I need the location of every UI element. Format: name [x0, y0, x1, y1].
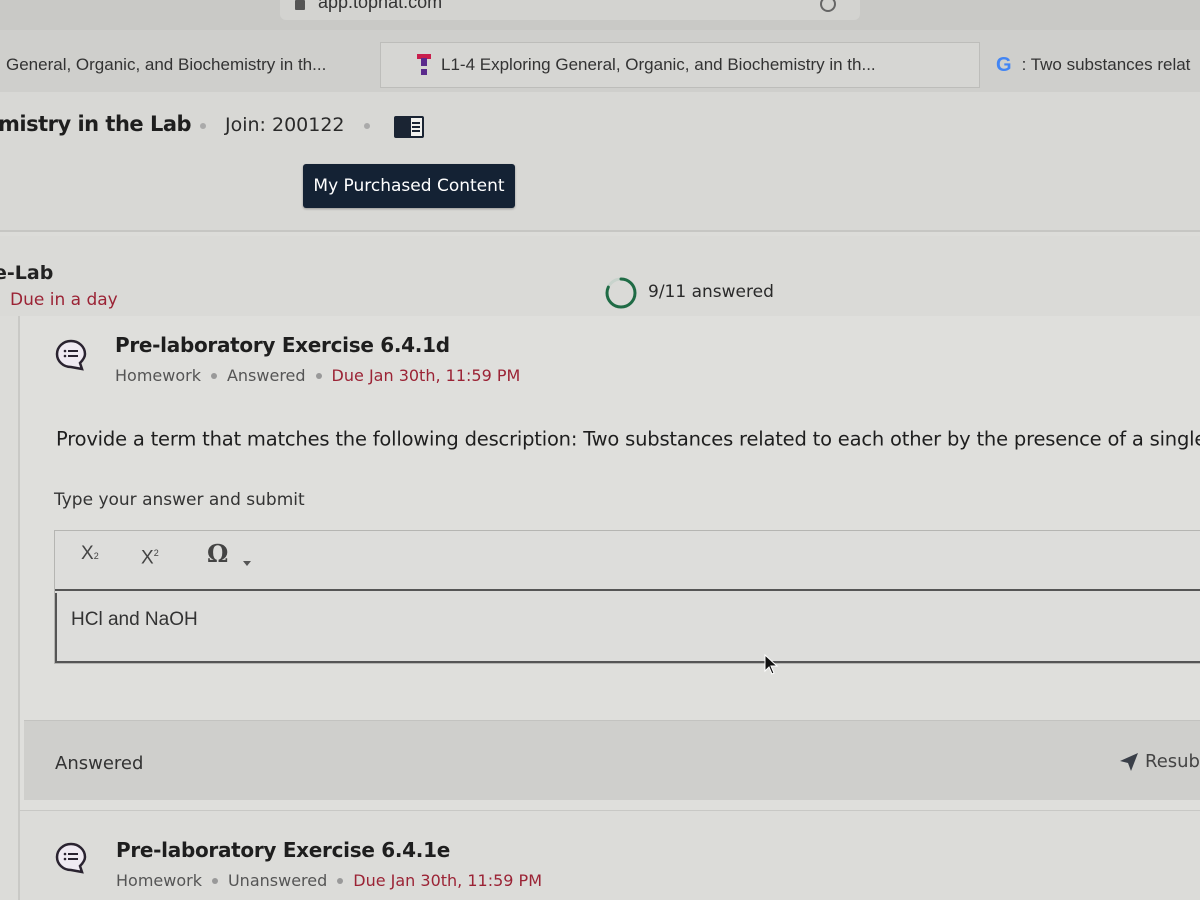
superscript-button[interactable]: X2	[141, 543, 159, 569]
page-content: mistry in the Lab Join: 200122 My Purcha…	[0, 92, 1200, 900]
answer-status-bar: Answered Resub	[24, 720, 1200, 800]
progress-text: 9/11 answered	[648, 282, 774, 302]
progress-ring-icon	[605, 277, 637, 309]
discussion-bubble-icon	[55, 842, 87, 874]
answer-input[interactable]: HCl and NaOH	[55, 593, 1200, 663]
separator-dot	[337, 877, 344, 884]
item-status: Answered	[226, 366, 306, 385]
my-purchased-content-tooltip: My Purchased Content	[303, 164, 515, 208]
discussion-bubble-icon	[55, 339, 87, 371]
tab-label: General, Organic, and Biochemistry in th…	[6, 55, 327, 74]
resubmit-button[interactable]: Resub	[1119, 751, 1200, 772]
item-title[interactable]: Pre-laboratory Exercise 6.4.1d	[115, 333, 450, 357]
item-status: Unanswered	[227, 871, 328, 890]
answer-editor: X2 X2 Ω HCl and NaOH	[54, 530, 1200, 664]
tophat-icon	[417, 54, 431, 76]
separator-dot	[200, 123, 206, 129]
separator-dot	[364, 123, 370, 129]
send-icon	[1120, 752, 1138, 771]
item-title[interactable]: Pre-laboratory Exercise 6.4.1e	[116, 838, 450, 862]
item-type: Homework	[115, 366, 201, 385]
resubmit-label: Resub	[1145, 751, 1200, 772]
answer-instructions: Type your answer and submit	[54, 490, 305, 510]
url-text[interactable]: app.tophat.com	[318, 0, 442, 13]
question-item: Pre-laboratory Exercise 6.4.1d Homework …	[18, 316, 1200, 816]
separator-dot	[210, 372, 217, 379]
join-code: Join: 200122	[225, 114, 345, 136]
item-meta: Homework Answered Due Jan 30th, 11:59 PM	[115, 366, 520, 385]
browser-address-bar: app.tophat.com	[0, 0, 1200, 30]
course-header: mistry in the Lab Join: 200122 My Purcha…	[0, 92, 1200, 232]
separator-dot	[315, 372, 322, 379]
browser-tab-strip: General, Organic, and Biochemistry in th…	[0, 30, 1200, 92]
browser-tab-active[interactable]: L1-4 Exploring General, Organic, and Bio…	[380, 42, 980, 88]
lock-icon	[295, 0, 305, 10]
item-meta: Homework Unanswered Due Jan 30th, 11:59 …	[116, 871, 542, 890]
browser-tab-course[interactable]: General, Organic, and Biochemistry in th…	[0, 42, 380, 88]
special-characters-button[interactable]: Ω	[207, 539, 228, 568]
question-item[interactable]: Pre-laboratory Exercise 6.4.1e Homework …	[18, 810, 1200, 900]
browser-tab-google[interactable]: G : Two substances relat	[980, 42, 1200, 88]
answer-status: Answered	[55, 753, 144, 774]
section-due: Due in a day	[10, 290, 118, 310]
course-title: mistry in the Lab	[0, 112, 192, 136]
question-text: Provide a term that matches the followin…	[56, 427, 1200, 451]
tab-label: L1-4 Exploring General, Organic, and Bio…	[441, 55, 876, 74]
subscript-button[interactable]: X2	[81, 543, 99, 565]
separator-dot	[211, 877, 218, 884]
google-icon: G	[996, 53, 1012, 76]
item-due: Due Jan 30th, 11:59 PM	[353, 871, 542, 890]
section-title: e-Lab	[0, 262, 54, 284]
section-header[interactable]: e-Lab Due in a day 9/11 answered	[0, 236, 1200, 316]
editor-toolbar: X2 X2 Ω	[55, 531, 1200, 591]
tab-label: : Two substances relat	[1021, 55, 1191, 74]
item-due: Due Jan 30th, 11:59 PM	[331, 366, 521, 385]
chevron-down-icon[interactable]	[243, 561, 251, 566]
item-type: Homework	[116, 871, 202, 890]
book-icon[interactable]	[394, 116, 424, 138]
